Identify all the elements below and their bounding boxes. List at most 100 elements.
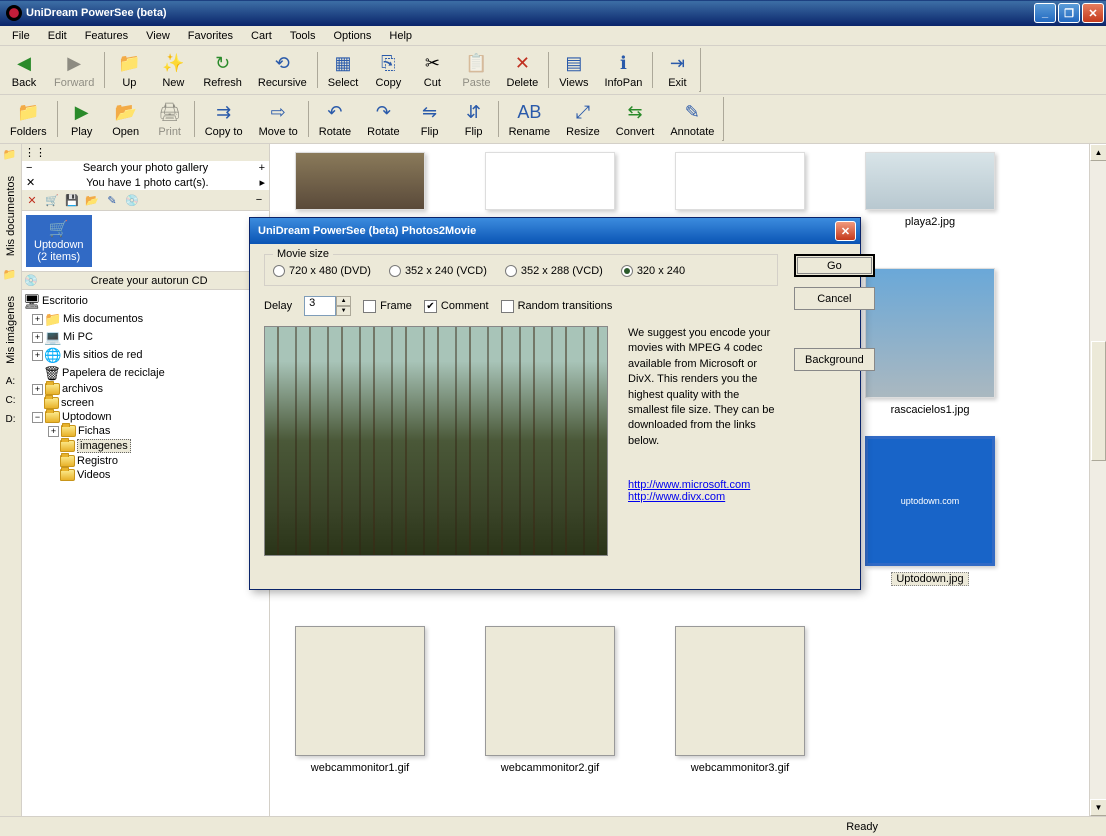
radio-352x288[interactable]: 352 x 288 (VCD) [505, 265, 603, 277]
thumb-playa2[interactable]: playa2.jpg [860, 152, 1000, 228]
maximize-button[interactable]: ❐ [1058, 3, 1080, 23]
thumb-rascacielos[interactable]: rascacielos1.jpg [860, 268, 1000, 416]
dialog-titlebar[interactable]: UniDream PowerSee (beta) Photos2Movie ✕ [250, 218, 860, 244]
flip-v-button[interactable]: ⇵Flip [452, 98, 496, 140]
carts-row[interactable]: ✕ You have 1 photo cart(s). ▸ [22, 175, 269, 190]
tree-net[interactable]: +🌐Mis sitios de red [24, 346, 267, 364]
back-button[interactable]: ◀Back [2, 49, 46, 91]
menu-features[interactable]: Features [77, 28, 136, 44]
imgs-strip-icon[interactable]: 📁 [3, 268, 19, 284]
up-button[interactable]: 📁Up [107, 49, 151, 91]
spin-up-button[interactable]: ▲ [336, 296, 351, 306]
tree-uptodown[interactable]: −Uptodown [24, 410, 267, 424]
rename-button[interactable]: ABRename [501, 98, 559, 140]
expand-icon[interactable]: + [32, 350, 43, 361]
views-button[interactable]: ▤Views [551, 49, 596, 91]
forward-button[interactable]: ▶Forward [46, 49, 102, 91]
tree-screen[interactable]: screen [24, 396, 267, 410]
scroll-down-button[interactable]: ▼ [1090, 799, 1106, 816]
docs-strip-icon[interactable]: 📁 [3, 148, 19, 164]
thumb-webcam3[interactable]: webcammonitor3.gif [670, 626, 810, 774]
menu-favorites[interactable]: Favorites [180, 28, 241, 44]
radio-352x240[interactable]: 352 x 240 (VCD) [389, 265, 487, 277]
tree-docs[interactable]: +📁Mis documentos [24, 310, 267, 328]
menu-file[interactable]: File [4, 28, 38, 44]
close-icon[interactable]: ✕ [26, 176, 35, 189]
spin-down-button[interactable]: ▼ [336, 306, 351, 316]
strip-letter-d[interactable]: D: [6, 414, 16, 425]
scroll-thumb[interactable] [1091, 341, 1106, 461]
cart-open-icon[interactable]: 📂 [84, 192, 100, 208]
moveto-button[interactable]: ⇨Move to [251, 98, 306, 140]
expand-icon[interactable]: + [32, 314, 43, 325]
cut-button[interactable]: ✂Cut [410, 49, 454, 91]
infopan-button[interactable]: ℹInfoPan [596, 49, 650, 91]
cancel-button[interactable]: Cancel [794, 287, 875, 310]
expand-icon[interactable]: + [32, 332, 43, 343]
resize-button[interactable]: ⤢Resize [558, 98, 608, 140]
tree-registro[interactable]: Registro [24, 454, 267, 468]
delay-input[interactable]: 3 [304, 296, 336, 316]
cart-item[interactable]: 🛒 Uptodown (2 items) [26, 215, 92, 267]
open-button[interactable]: 📂Open [104, 98, 148, 140]
flip-h-button[interactable]: ⇋Flip [408, 98, 452, 140]
tree-archivos[interactable]: +archivos [24, 382, 267, 396]
convert-button[interactable]: ⇆Convert [608, 98, 663, 140]
print-button[interactable]: 🖨Print [148, 98, 192, 140]
menu-view[interactable]: View [138, 28, 178, 44]
link-divx[interactable]: http://www.divx.com [628, 491, 778, 503]
imgs-strip-label[interactable]: Mis imágenes [5, 292, 17, 368]
new-button[interactable]: ✨New [151, 49, 195, 91]
expand-icon[interactable]: + [32, 384, 43, 395]
dialog-close-button[interactable]: ✕ [835, 221, 856, 241]
refresh-button[interactable]: ↻Refresh [195, 49, 250, 91]
strip-letter-a[interactable]: A: [6, 376, 15, 387]
rotate-right-button[interactable]: ↷Rotate [359, 98, 407, 140]
scroll-up-button[interactable]: ▲ [1090, 144, 1106, 161]
minimize-button[interactable]: _ [1034, 3, 1056, 23]
cart-cd-icon[interactable]: 💿 [124, 192, 140, 208]
cart-edit-icon[interactable]: ✎ [104, 192, 120, 208]
tree-pc[interactable]: +💻Mi PC [24, 328, 267, 346]
tree-videos[interactable]: Videos [24, 468, 267, 482]
strip-letter-c[interactable]: C: [6, 395, 16, 406]
thumb-webcam1[interactable]: webcammonitor1.gif [290, 626, 430, 774]
collapse-icon[interactable]: − [32, 412, 43, 423]
thumb-webcam2[interactable]: webcammonitor2.gif [480, 626, 620, 774]
autorun-header[interactable]: 💿 Create your autorun CD + [22, 272, 269, 290]
annotate-button[interactable]: ✎Annotate [662, 98, 722, 140]
delete-button[interactable]: ✕Delete [499, 49, 547, 91]
comment-checkbox[interactable]: ✔Comment [424, 300, 489, 313]
menu-help[interactable]: Help [381, 28, 420, 44]
tree-desktop[interactable]: 🖥Escritorio [24, 292, 267, 310]
cart-collapse-icon[interactable]: − [251, 192, 267, 208]
background-button[interactable]: Background [794, 348, 875, 371]
tree-fichas[interactable]: +Fichas [24, 424, 267, 438]
radio-320x240[interactable]: 320 x 240 [621, 265, 685, 277]
sidebar-handle[interactable]: ⋮⋮ [22, 144, 269, 161]
delay-spinner[interactable]: 3 ▲▼ [304, 296, 351, 316]
menu-tools[interactable]: Tools [282, 28, 324, 44]
play-small-icon[interactable]: ▸ [259, 176, 265, 189]
menu-options[interactable]: Options [326, 28, 380, 44]
copy-button[interactable]: ⎘Copy [366, 49, 410, 91]
radio-720x480[interactable]: 720 x 480 (DVD) [273, 265, 371, 277]
menu-cart[interactable]: Cart [243, 28, 280, 44]
rotate-left-button[interactable]: ↶Rotate [311, 98, 359, 140]
thumb-uptodown[interactable]: uptodown.comUptodown.jpg [860, 436, 1000, 586]
docs-strip-label[interactable]: Mis documentos [5, 172, 17, 260]
paste-button[interactable]: 📋Paste [454, 49, 498, 91]
close-button[interactable]: ✕ [1082, 3, 1104, 23]
menu-edit[interactable]: Edit [40, 28, 75, 44]
copyto-button[interactable]: ⇉Copy to [197, 98, 251, 140]
search-row[interactable]: − Search your photo gallery + [22, 161, 269, 175]
exit-button[interactable]: ⇥Exit [655, 49, 699, 91]
folders-button[interactable]: 📁Folders [2, 98, 55, 140]
cart-add-icon[interactable]: 🛒 [44, 192, 60, 208]
scrollbar[interactable]: ▲ ▼ [1089, 144, 1106, 816]
frame-checkbox[interactable]: Frame [363, 300, 412, 313]
select-button[interactable]: ▦Select [320, 49, 367, 91]
tree-imagenes[interactable]: imagenes [24, 438, 267, 454]
play-button[interactable]: ▶Play [60, 98, 104, 140]
random-checkbox[interactable]: Random transitions [501, 300, 613, 313]
